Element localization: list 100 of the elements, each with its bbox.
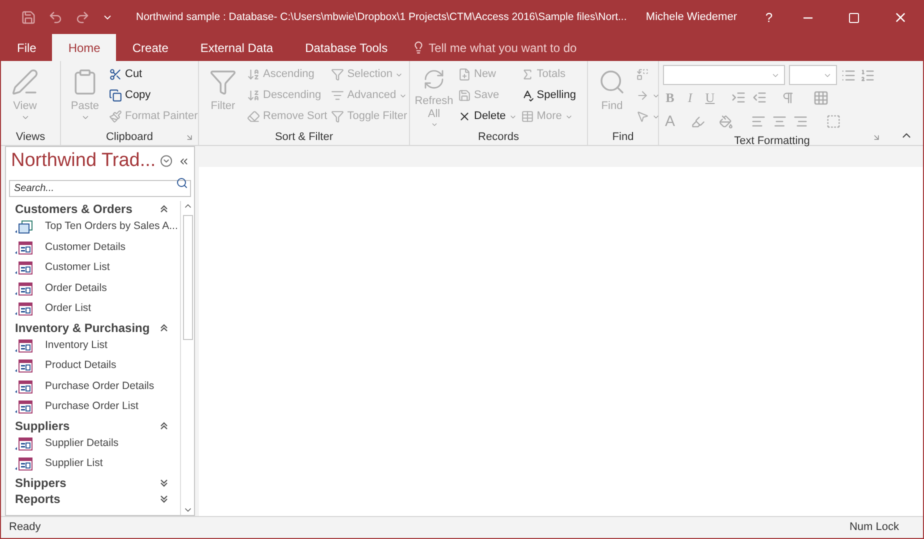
help-button[interactable]: ? bbox=[757, 8, 781, 28]
group-label: Sort & Filter bbox=[274, 130, 334, 145]
group-label: Views bbox=[16, 130, 46, 145]
nav-item[interactable]: Inventory List bbox=[6, 336, 180, 356]
nav-item[interactable]: Customer List bbox=[6, 258, 180, 278]
ribbon-button[interactable]: Copy bbox=[107, 85, 200, 106]
ribbon-tab[interactable]: Create bbox=[116, 34, 184, 61]
form-icon bbox=[15, 302, 33, 316]
nav-item[interactable]: Order List bbox=[6, 299, 180, 320]
pencil-icon bbox=[11, 68, 39, 96]
sigma-icon bbox=[520, 68, 534, 81]
sort-descending-icon bbox=[247, 89, 260, 102]
nav-pane-title: Northwind Trad... bbox=[11, 148, 156, 173]
funnel-icon bbox=[331, 68, 344, 81]
funnel-icon bbox=[209, 68, 237, 96]
expand-icon bbox=[160, 478, 168, 486]
tell-me-field[interactable]: Tell me what you want to do bbox=[428, 38, 577, 56]
form-icon bbox=[15, 359, 33, 374]
nav-item[interactable]: Purchase Order List bbox=[6, 397, 180, 418]
nav-item[interactable]: Top Ten Orders by Sales A... bbox=[6, 217, 180, 238]
form-icon bbox=[15, 457, 33, 472]
indent-icon[interactable] bbox=[731, 90, 746, 106]
window-title: Northwind sample : Database- C:\Users\mbwie\Dropbox\1 Projects\CTM\Access 2016\Sample files\Nort... bbox=[136, 10, 627, 25]
align-right-icon[interactable] bbox=[793, 114, 808, 130]
bullet-list-icon[interactable] bbox=[841, 68, 856, 82]
user-name: Michele Wiedemer bbox=[646, 10, 737, 26]
nav-group-header[interactable]: Customers & Orders bbox=[6, 201, 180, 217]
redo-icon[interactable] bbox=[75, 10, 90, 25]
maximize-icon[interactable] bbox=[848, 12, 860, 24]
status-text: Ready bbox=[9, 520, 41, 536]
font-size-field[interactable] bbox=[789, 65, 837, 85]
nav-item[interactable]: Order Details bbox=[6, 278, 180, 299]
eraser-icon bbox=[247, 110, 260, 123]
ribbon-button[interactable]: Spelling bbox=[518, 85, 578, 106]
gridlines-icon[interactable] bbox=[813, 90, 829, 106]
scissors-icon bbox=[109, 68, 122, 81]
dropdown-icon[interactable] bbox=[160, 154, 172, 168]
group-label: Text Formatting bbox=[734, 134, 810, 149]
copy-icon bbox=[109, 89, 122, 102]
form-icon bbox=[15, 282, 33, 296]
report-icon bbox=[15, 220, 33, 234]
form-icon bbox=[15, 400, 33, 414]
paintbrush-icon bbox=[109, 110, 122, 123]
nav-item[interactable]: Supplier Details bbox=[6, 434, 180, 454]
form-icon bbox=[15, 338, 33, 353]
num-lock-indicator: Num Lock bbox=[849, 520, 899, 536]
nav-group-header[interactable]: Reports bbox=[6, 490, 180, 506]
nav-item[interactable]: Purchase Order Details bbox=[6, 376, 180, 397]
paint-bucket-icon[interactable] bbox=[719, 114, 733, 129]
form-icon bbox=[15, 380, 33, 394]
nav-group-header[interactable]: Shippers bbox=[6, 474, 180, 490]
arrow-right-icon bbox=[636, 89, 649, 102]
new-record-icon bbox=[458, 68, 471, 81]
form-icon bbox=[15, 240, 33, 255]
collapse-icon bbox=[160, 324, 168, 332]
filter-list-icon bbox=[331, 89, 344, 102]
ribbon-tab[interactable]: File bbox=[1, 34, 52, 61]
form-icon bbox=[15, 261, 33, 276]
group-label: Records bbox=[478, 130, 519, 145]
search-field[interactable]: Search... bbox=[9, 180, 191, 197]
numbered-list-icon[interactable] bbox=[860, 68, 875, 82]
outdent-icon[interactable] bbox=[752, 90, 767, 106]
scrollbar[interactable] bbox=[180, 201, 194, 515]
alternate-fill-icon[interactable] bbox=[826, 114, 841, 130]
align-left-icon[interactable] bbox=[751, 114, 766, 130]
dialog-launcher-icon[interactable] bbox=[872, 133, 881, 142]
funnel-icon bbox=[331, 110, 344, 123]
highlighter-icon[interactable] bbox=[691, 114, 705, 129]
nav-item[interactable]: Product Details bbox=[6, 356, 180, 376]
collapse-icon bbox=[160, 205, 168, 213]
dialog-launcher-icon[interactable] bbox=[185, 133, 194, 142]
ribbon-button[interactable]: Delete bbox=[456, 106, 519, 127]
ribbon-tab[interactable]: Home bbox=[52, 34, 116, 61]
font-name-field[interactable] bbox=[663, 65, 785, 85]
pointer-icon bbox=[636, 110, 649, 123]
spell-check-icon bbox=[520, 89, 534, 102]
ribbon-tab[interactable]: External Data bbox=[184, 34, 290, 61]
lightbulb-icon bbox=[412, 41, 425, 54]
pilcrow-icon[interactable] bbox=[781, 90, 795, 105]
ribbon-button[interactable]: Cut bbox=[107, 64, 200, 85]
nav-item[interactable]: Supplier List bbox=[6, 454, 180, 474]
search-icon[interactable] bbox=[176, 177, 188, 189]
group-label: Find bbox=[612, 130, 634, 145]
expand-icon bbox=[160, 494, 168, 502]
save-icon[interactable] bbox=[21, 10, 36, 25]
sort-ascending-icon bbox=[247, 68, 260, 81]
replace-icon bbox=[636, 68, 649, 81]
table-icon bbox=[520, 110, 534, 123]
align-center-icon[interactable] bbox=[772, 114, 787, 130]
nav-group-header[interactable]: Inventory & Purchasing bbox=[6, 320, 180, 336]
form-icon bbox=[15, 436, 33, 451]
save-icon bbox=[458, 89, 471, 102]
group-label: Clipboard bbox=[106, 130, 154, 145]
nav-group-header[interactable]: Suppliers bbox=[6, 418, 180, 434]
ribbon-tab[interactable]: Database Tools bbox=[289, 34, 404, 61]
close-icon bbox=[458, 110, 471, 123]
undo-icon[interactable] bbox=[48, 10, 63, 25]
collapse-icon bbox=[160, 422, 168, 430]
search-icon bbox=[598, 68, 626, 96]
nav-item[interactable]: Customer Details bbox=[6, 238, 180, 258]
